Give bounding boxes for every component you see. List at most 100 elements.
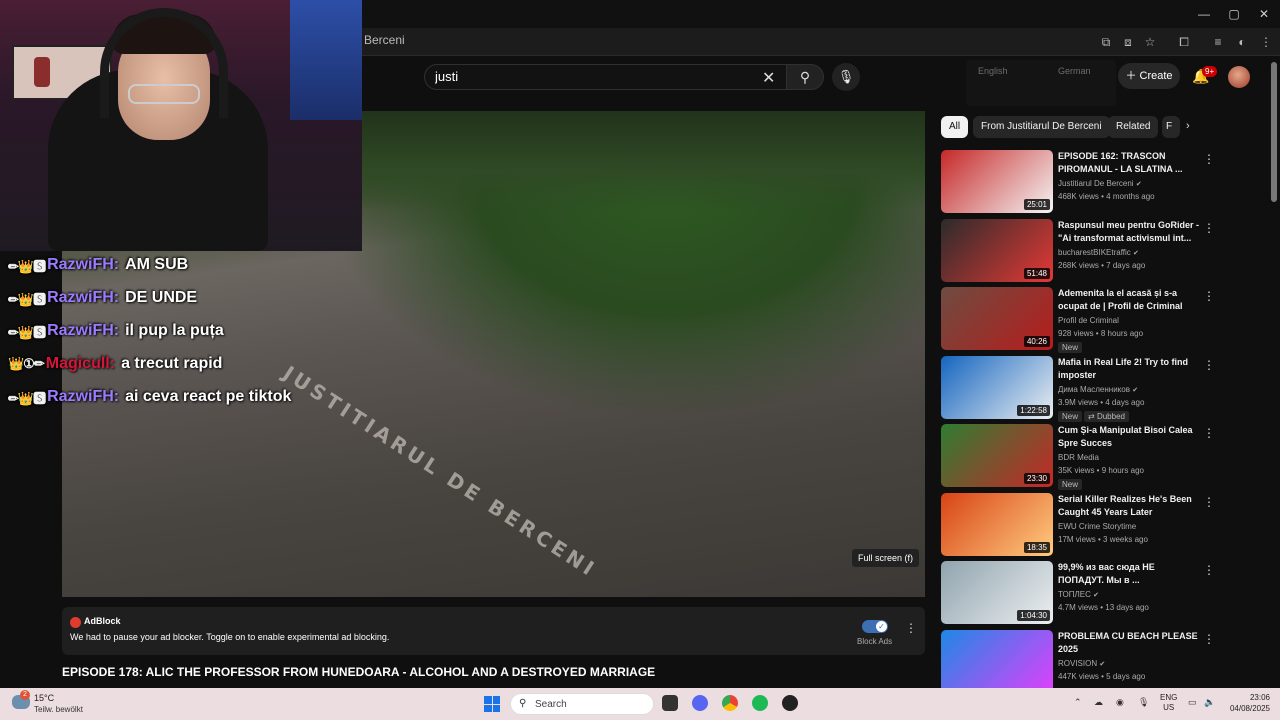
video-thumbnail[interactable]: 1:22:58: [941, 355, 1053, 419]
create-button[interactable]: ＋ Create: [1118, 63, 1180, 89]
tray-overflow-icon[interactable]: ⌃: [1074, 697, 1082, 708]
recommendation-item[interactable]: 25:01 EPISODE 162: TRASCON PIROMANUL - LA…: [941, 150, 1215, 214]
recommendation-title[interactable]: Raspunsul meu pentru GoRider - "Ai trans…: [1058, 219, 1200, 245]
video-thumbnail[interactable]: 18:35: [941, 492, 1053, 556]
video-thumbnail[interactable]: 25:01: [941, 150, 1053, 213]
chevron-right-icon[interactable]: ›: [1186, 120, 1190, 132]
recommendation-title[interactable]: PROBLEMA CU BEACH PLEASE 2025: [1058, 630, 1200, 656]
close-window-button[interactable]: ✕: [1256, 6, 1272, 22]
recommendation-channel[interactable]: ТОПЛЕС ✔: [1058, 590, 1099, 599]
create-label: Create: [1139, 70, 1173, 82]
reading-list-icon[interactable]: ≡: [1210, 34, 1226, 50]
chat-text: ai ceva react pe tiktok: [125, 388, 292, 405]
windows-start-icon[interactable]: [484, 696, 500, 712]
more-options-icon[interactable]: ⋮: [1203, 632, 1215, 646]
more-options-icon[interactable]: ⋮: [1203, 563, 1215, 577]
file-explorer-icon[interactable]: [662, 695, 678, 711]
video-thumbnail[interactable]: [941, 629, 1053, 693]
windows-taskbar: 2 15°C Teilw. bewölkt ⚲ Search ⌃ ☁ ◉ 🎙 E…: [0, 688, 1280, 720]
notification-count-badge: 9+: [1202, 66, 1218, 77]
more-options-icon[interactable]: ⋮: [1203, 495, 1215, 509]
filter-chip[interactable]: From Justitiarul De Berceni: [973, 116, 1110, 138]
bookmark-star-icon[interactable]: ☆: [1142, 34, 1158, 50]
voice-search-button[interactable]: 🎙: [832, 63, 860, 91]
recommendation-title[interactable]: EPISODE 162: TRASCON PIROMANUL - LA SLAT…: [1058, 150, 1200, 176]
recommendation-channel[interactable]: Profil de Criminal: [1058, 316, 1119, 325]
discord-icon[interactable]: [692, 695, 708, 711]
translate-lang-german[interactable]: German: [1058, 66, 1091, 76]
network-icon[interactable]: ▭: [1188, 697, 1197, 708]
recommendation-title[interactable]: Cum Și-a Manipulat Bisoi Calea Spre Succ…: [1058, 424, 1200, 450]
spotify-icon[interactable]: [752, 695, 768, 711]
video-duration: 25:01: [1023, 199, 1050, 210]
channel-name: EWU Crime Storytime: [1058, 521, 1137, 531]
microphone-icon: 🎙: [837, 69, 855, 84]
filter-chip[interactable]: Related: [1108, 116, 1159, 138]
more-options-icon[interactable]: ⋮: [1203, 152, 1215, 166]
video-thumbnail[interactable]: 1:04:30: [941, 561, 1053, 624]
microphone-icon[interactable]: 🎙: [1138, 697, 1149, 708]
recommendation-item[interactable]: 1:04:30 99,9% из вас сюда НЕ ПОПАДУТ. Мы …: [941, 561, 1215, 625]
chat-badges-icon: ✏👑🆂: [8, 390, 46, 406]
channel-name: Justitiarul De Berceni: [1058, 179, 1134, 188]
more-options-icon[interactable]: ⋮: [1203, 221, 1215, 235]
steam-icon[interactable]: ◉: [1116, 697, 1124, 708]
account-avatar[interactable]: [1228, 66, 1250, 88]
browser-menu-icon[interactable]: ⋮: [1258, 34, 1274, 50]
translate-icon[interactable]: ⧈: [1120, 34, 1136, 50]
onedrive-icon[interactable]: ☁: [1094, 697, 1103, 708]
recommendation-item[interactable]: 51:48 Raspunsul meu pentru GoRider - "Ai …: [941, 218, 1215, 283]
recommendation-title[interactable]: Serial Killer Realizes He's Been Caught …: [1058, 493, 1200, 519]
recommendation-item[interactable]: PROBLEMA CU BEACH PLEASE 2025 ROVISION ✔ 4…: [941, 629, 1215, 694]
taskbar-search[interactable]: ⚲ Search: [510, 693, 654, 715]
filter-chip[interactable]: All: [941, 116, 969, 138]
adblock-more-icon[interactable]: ⋮: [905, 621, 917, 635]
extensions-icon[interactable]: ⧠: [1176, 34, 1192, 50]
more-options-icon[interactable]: ⋮: [1203, 358, 1215, 372]
more-options-icon[interactable]: ⋮: [1203, 426, 1215, 440]
recommendation-title[interactable]: Ademenita la el acasă și s-a ocupat de |…: [1058, 287, 1200, 313]
recommendation-item[interactable]: 23:30 Cum Și-a Manipulat Bisoi Calea Spre…: [941, 424, 1215, 490]
recommendation-title[interactable]: 99,9% из вас сюда НЕ ПОПАДУТ. Мы в ...: [1058, 561, 1200, 587]
streamer-webcam: [0, 0, 362, 251]
address-url[interactable]: Berceni: [364, 33, 405, 47]
weather-description[interactable]: Teilw. bewölkt: [34, 705, 83, 714]
profile-icon[interactable]: ◐: [1234, 34, 1250, 50]
minimize-button[interactable]: —: [1196, 6, 1212, 22]
filter-chip[interactable]: F: [1162, 116, 1180, 138]
recommendation-channel[interactable]: BDR Media: [1058, 453, 1099, 462]
search-input[interactable]: [435, 69, 735, 84]
input-language[interactable]: ENG US: [1160, 693, 1177, 713]
recommendation-item[interactable]: 40:26 Ademenita la el acasă și s-a ocupat…: [941, 287, 1215, 353]
block-ads-toggle[interactable]: [862, 620, 888, 633]
recommendation-meta: 447K views • 5 days ago: [1058, 671, 1146, 681]
weather-temperature[interactable]: 15°C: [34, 693, 54, 703]
recommendation-channel[interactable]: bucharestBIKEtraffic ✔: [1058, 248, 1139, 257]
obs-icon[interactable]: [782, 695, 798, 711]
search-button[interactable]: ⚲: [786, 64, 824, 90]
video-thumbnail[interactable]: 23:30: [941, 424, 1053, 487]
adblock-title: AdBlock: [84, 616, 121, 626]
recommendation-title[interactable]: Mafia in Real Life 2! Try to find impost…: [1058, 356, 1200, 382]
recommendation-channel[interactable]: EWU Crime Storytime: [1058, 522, 1136, 531]
search-box[interactable]: ✕: [424, 64, 788, 90]
recommendation-channel[interactable]: ROVISION ✔: [1058, 659, 1105, 668]
clock-date[interactable]: 04/08/2025: [1222, 704, 1270, 713]
clock-time[interactable]: 23:06: [1222, 693, 1270, 702]
video-thumbnail[interactable]: 40:26: [941, 287, 1053, 350]
more-options-icon[interactable]: ⋮: [1203, 289, 1215, 303]
recommendation-channel[interactable]: Justitiarul De Berceni ✔: [1058, 179, 1142, 188]
install-app-icon[interactable]: ⧉: [1098, 34, 1114, 50]
recommendation-channel[interactable]: Дима Масленников ✔: [1058, 385, 1138, 394]
video-thumbnail[interactable]: 51:48: [941, 218, 1053, 282]
volume-icon[interactable]: 🔈: [1204, 697, 1215, 708]
recommendation-item[interactable]: 1:22:58 Mafia in Real Life 2! Try to find…: [941, 355, 1215, 422]
chat-text: il pup la puța: [125, 322, 224, 339]
verified-icon: ✔: [1099, 660, 1106, 668]
page-scrollbar[interactable]: [1271, 62, 1277, 202]
translate-lang-english[interactable]: English: [978, 66, 1008, 76]
maximize-button[interactable]: ▢: [1226, 6, 1242, 22]
clear-search-icon[interactable]: ✕: [762, 68, 775, 88]
recommendation-item[interactable]: 18:35 Serial Killer Realizes He's Been Ca…: [941, 492, 1215, 557]
chrome-icon[interactable]: [722, 695, 738, 711]
